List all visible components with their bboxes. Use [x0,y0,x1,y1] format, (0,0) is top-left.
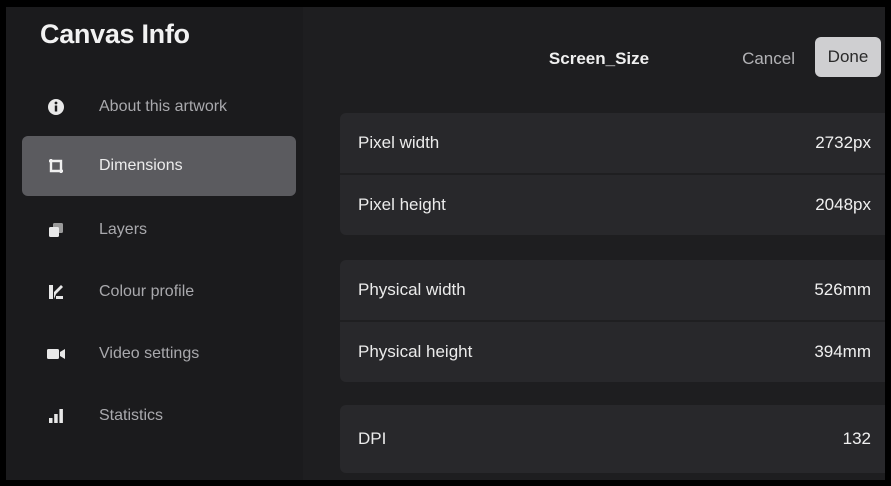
page-title: Screen_Size [548,49,650,68]
pixel-width-row[interactable]: Pixel width 2732px [340,113,885,173]
pixel-height-row[interactable]: Pixel height 2048px [340,173,885,235]
sidebar-item-dimensions[interactable]: Dimensions [22,136,296,196]
sidebar-item-colour-profile[interactable]: Colour profile [22,262,296,322]
row-label: Pixel width [358,133,440,152]
layers-icon [44,200,68,260]
bar-chart-icon [44,386,68,446]
canvas-info-panel: Canvas Info About this artwork Dimension… [6,7,885,480]
dimensions-icon [44,136,68,196]
physical-width-value[interactable]: 526mm [814,280,871,300]
pixel-width-value[interactable]: 2732px [815,133,871,153]
sidebar-item-video-settings[interactable]: Video settings [22,324,296,384]
sidebar-item-about[interactable]: About this artwork [22,77,296,137]
row-label: Pixel height [358,195,446,214]
done-button[interactable]: Done [815,37,881,77]
sidebar-item-layers[interactable]: Layers [22,200,296,260]
sidebar-item-label: Colour profile [99,283,195,300]
sidebar-item-statistics[interactable]: Statistics [22,386,296,446]
physical-dimensions-group: Physical width 526mm Physical height 394… [340,260,885,382]
pixel-height-value[interactable]: 2048px [815,195,871,215]
row-label: Physical width [358,280,466,299]
dpi-value[interactable]: 132 [843,429,871,449]
dpi-row[interactable]: DPI 132 [340,405,885,473]
dimensions-panel: Screen_Size Cancel Done Pixel width 2732… [303,7,885,480]
dpi-group: DPI 132 [340,405,885,473]
physical-height-value[interactable]: 394mm [814,342,871,362]
sidebar-item-label: Dimensions [99,157,183,174]
sidebar-item-label: Statistics [99,407,164,424]
physical-height-row[interactable]: Physical height 394mm [340,320,885,382]
sidebar-title: Canvas Info [40,19,190,49]
cancel-button[interactable]: Cancel [742,49,795,69]
row-label: DPI [358,429,387,448]
row-label: Physical height [358,342,473,361]
sidebar: Canvas Info About this artwork Dimension… [6,7,303,480]
video-camera-icon [44,324,68,384]
sidebar-item-label: About this artwork [99,98,228,115]
sidebar-item-label: Layers [99,221,148,238]
colour-profile-icon [44,262,68,322]
pixel-dimensions-group: Pixel width 2732px Pixel height 2048px [340,113,885,235]
physical-width-row[interactable]: Physical width 526mm [340,260,885,320]
sidebar-item-label: Video settings [99,345,200,362]
info-icon [44,77,68,137]
